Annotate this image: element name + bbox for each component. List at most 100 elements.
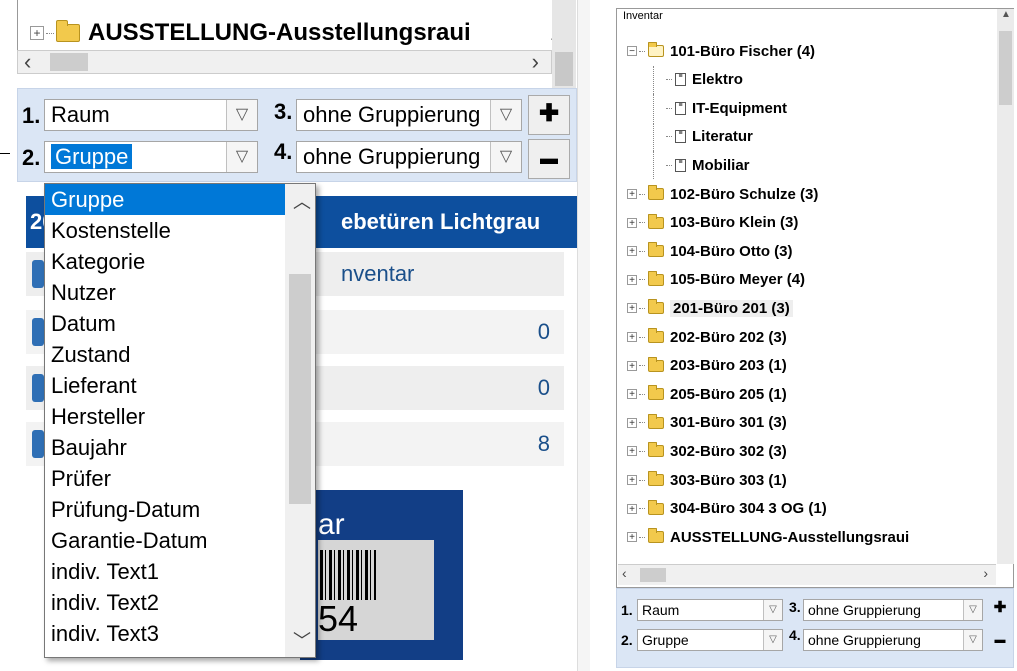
expand-icon[interactable]: + [627,389,637,400]
group-level-4-select[interactable]: ohne Gruppierung ▽ [296,141,522,173]
chevron-down-icon[interactable]: ▽ [963,630,982,650]
group-level-1-value: Raum [642,602,680,618]
tree-folder-item[interactable]: +103-Büro Klein (3) [627,209,798,237]
group-level-2-select[interactable]: Gruppe ▽ [44,141,258,173]
group-level-1-select[interactable]: Raum ▽ [637,599,783,621]
tree-leaf-item[interactable]: ≡ Literatur [653,122,753,151]
expand-icon[interactable]: + [30,26,44,40]
chevron-down-icon[interactable]: ▽ [226,100,257,130]
horizontal-scrollbar[interactable]: ‹ › [618,564,996,585]
chevron-up-icon[interactable]: ︿ [293,188,311,214]
add-group-button[interactable]: ✚ [989,597,1011,621]
document-icon: ≡ [675,130,686,144]
expand-icon[interactable]: + [627,332,637,343]
tree-connector [639,50,645,52]
tree-folder-item[interactable]: +202-Büro 202 (3) [627,323,787,351]
chevron-down-icon[interactable]: ﹀ [293,627,311,653]
tree-folder-item[interactable]: +304-Büro 304 3 OG (1) [627,495,827,523]
dropdown-option[interactable]: indiv. Text2 [45,587,285,618]
dropdown-option[interactable]: indiv. Text1 [45,556,285,587]
tree-folder-item[interactable]: +301-Büro 301 (3) [627,409,787,437]
dropdown-option[interactable]: indiv. Text3 [45,618,285,649]
group-level-3-select[interactable]: ohne Gruppierung ▽ [803,599,983,621]
expand-icon[interactable]: + [627,274,637,285]
chevron-down-icon[interactable]: ▽ [763,600,782,620]
tree-item-label: 301-Büro 301 (3) [670,414,787,432]
expand-icon[interactable]: + [627,217,637,228]
expand-icon[interactable]: + [627,360,637,371]
scroll-left-icon[interactable]: ‹ [24,51,31,73]
group-dropdown-list[interactable]: Gruppe Kostenstelle Kategorie Nutzer Dat… [44,183,316,658]
vertical-scrollbar[interactable]: ▲ [997,9,1014,564]
chevron-down-icon[interactable]: ▽ [490,142,521,172]
chevron-up-icon[interactable]: ▲ [1001,9,1011,20]
dropdown-option[interactable]: Nutzer [45,277,285,308]
dropdown-scrollbar[interactable]: ︿ ﹀ [285,184,315,657]
dropdown-option[interactable]: Prüfung-Datum [45,494,285,525]
expand-icon[interactable]: + [627,303,637,314]
tree-item-label: 202-Büro 202 (3) [670,328,787,346]
tree-folder-item[interactable]: +303-Büro 303 (1) [627,466,787,494]
dropdown-option[interactable]: Prüfer [45,463,285,494]
panel-edge [577,0,590,671]
scroll-right-icon[interactable]: › [983,565,988,581]
dropdown-option[interactable]: Baujahr [45,432,285,463]
remove-group-button[interactable]: ▬ [528,139,570,179]
tree-connector [666,79,672,81]
tree-folder-item[interactable]: +203-Büro 203 (1) [627,352,787,380]
tree-folder-item[interactable]: +102-Büro Schulze (3) [627,180,818,208]
dropdown-option[interactable]: Lieferant [45,370,285,401]
tree-folder-item[interactable]: − 101-Büro Fischer (4) [627,37,815,65]
dropdown-option[interactable]: Kategorie [45,246,285,277]
tree-folder-item[interactable]: +105-Büro Meyer (4) [627,266,805,294]
dropdown-option[interactable]: Hersteller [45,401,285,432]
expand-icon[interactable]: + [627,532,637,543]
tree-leaf-item[interactable]: ≡ IT-Equipment [653,94,787,123]
remove-group-button[interactable]: ▬ [989,629,1011,653]
vertical-scrollbar-thumb[interactable] [555,52,573,86]
detail-card-value: 0 [537,319,550,344]
chevron-down-icon[interactable]: ▽ [963,600,982,620]
chevron-down-icon[interactable]: ▽ [490,100,521,130]
tree-folder-item[interactable]: +201-Büro 201 (3) [627,294,793,322]
tree-leaf-item[interactable]: ≡ Elektro [653,65,743,94]
scroll-right-icon[interactable]: › [532,51,539,73]
dropdown-option[interactable]: Gruppe [45,184,285,215]
expand-icon[interactable]: + [627,475,637,486]
dropdown-option[interactable]: Garantie-Datum [45,525,285,556]
scrollbar-thumb[interactable] [50,53,88,71]
vertical-scrollbar-thumb[interactable] [999,31,1012,105]
expand-icon[interactable]: + [627,503,637,514]
scroll-left-icon[interactable]: ‹ [622,565,627,581]
horizontal-scrollbar[interactable]: ‹ › [17,50,552,74]
tree-item-ausstellung[interactable]: + AUSSTELLUNG-Ausstellungsraui [30,16,471,50]
tree-folder-item[interactable]: +104-Büro Otto (3) [627,237,793,265]
tree-folder-item[interactable]: +205-Büro 205 (1) [627,380,787,408]
group-level-1-number: 1. [621,602,633,618]
expand-icon[interactable]: + [627,446,637,457]
dropdown-scrollbar-thumb[interactable] [289,274,311,504]
tree-leaf-item[interactable]: ≡ Mobiliar [653,151,750,180]
tree-line [17,0,18,50]
tree-item-label: 101-Büro Fischer (4) [670,42,816,60]
expand-icon[interactable]: + [627,189,637,200]
dropdown-option[interactable]: Datum [45,308,285,339]
dropdown-option[interactable]: Zustand [45,339,285,370]
tree-item-label: 105-Büro Meyer (4) [670,271,806,289]
expand-icon[interactable]: + [627,246,637,257]
tree-folder-item[interactable]: +302-Büro 302 (3) [627,437,787,465]
tree-folder-item[interactable]: + AUSSTELLUNG-Ausstellungsraui [627,523,909,551]
chevron-down-icon[interactable]: ▽ [763,630,782,650]
expand-icon[interactable]: + [627,417,637,428]
group-level-1-select[interactable]: Raum ▽ [44,99,258,131]
dropdown-option[interactable]: Kostenstelle [45,215,285,246]
collapse-icon[interactable]: − [627,46,637,57]
group-level-3-select[interactable]: ohne Gruppierung ▽ [296,99,522,131]
chevron-down-icon[interactable]: ▽ [226,142,257,172]
barcode-tile[interactable]: ar 54 [300,490,463,660]
add-group-button[interactable]: ✚ [528,95,570,135]
group-level-4-select[interactable]: ohne Gruppierung ▽ [803,629,983,651]
scrollbar-thumb[interactable] [640,568,666,582]
folder-icon [648,185,664,200]
group-level-2-select[interactable]: Gruppe ▽ [637,629,783,651]
